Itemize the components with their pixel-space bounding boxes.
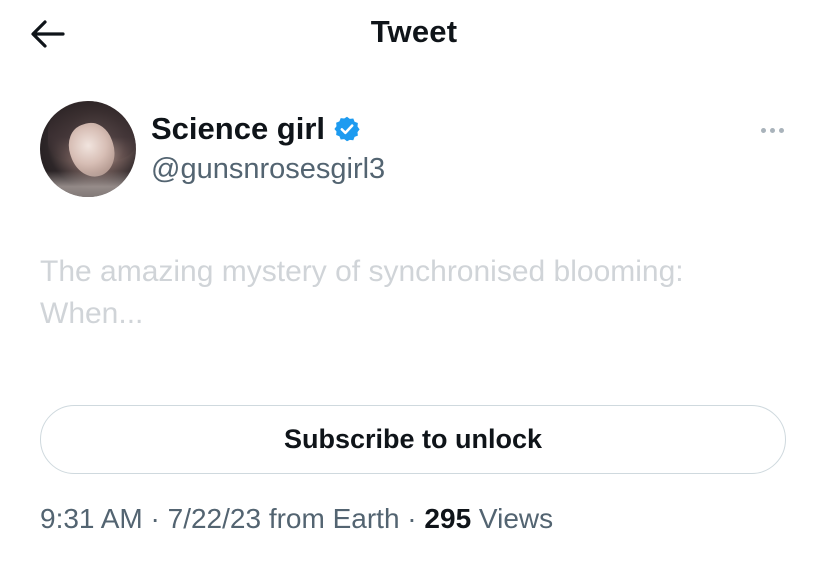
avatar[interactable] xyxy=(40,101,136,197)
tweet-author: Science girl @gunsnrosesgirl3 xyxy=(40,100,800,200)
more-options-dot xyxy=(778,127,784,133)
tweet-text-line: When... xyxy=(40,297,144,330)
views-count[interactable]: 295 xyxy=(424,503,471,534)
tweet-metadata: 9:31 AM · 7/22/23 from Earth · 295 Views xyxy=(40,503,553,535)
tweet-text-line: The amazing mystery of synchronised bloo… xyxy=(40,255,684,288)
user-handle[interactable]: @gunsnrosesgirl3 xyxy=(151,153,385,186)
more-options-dot xyxy=(769,127,775,133)
display-name[interactable]: Science girl xyxy=(151,111,325,147)
more-options-icon xyxy=(760,127,766,133)
subscribe-to-unlock-button[interactable]: Subscribe to unlock xyxy=(40,405,786,474)
top-bar: Tweet xyxy=(0,0,828,70)
tweet-text: The amazing mystery of synchronised bloo… xyxy=(40,251,800,335)
tweet-time[interactable]: 9:31 AM xyxy=(40,503,143,534)
name-row: Science girl xyxy=(151,111,361,147)
meta-separator: · xyxy=(142,503,168,534)
page-title: Tweet xyxy=(370,14,458,49)
tweet-date[interactable]: 7/22/23 xyxy=(168,503,261,534)
more-options-button[interactable] xyxy=(752,120,792,140)
verified-badge-icon xyxy=(333,115,361,143)
meta-separator: · xyxy=(399,503,425,534)
tweet-source: from Earth xyxy=(268,503,400,534)
views-label[interactable]: Views xyxy=(479,503,553,534)
